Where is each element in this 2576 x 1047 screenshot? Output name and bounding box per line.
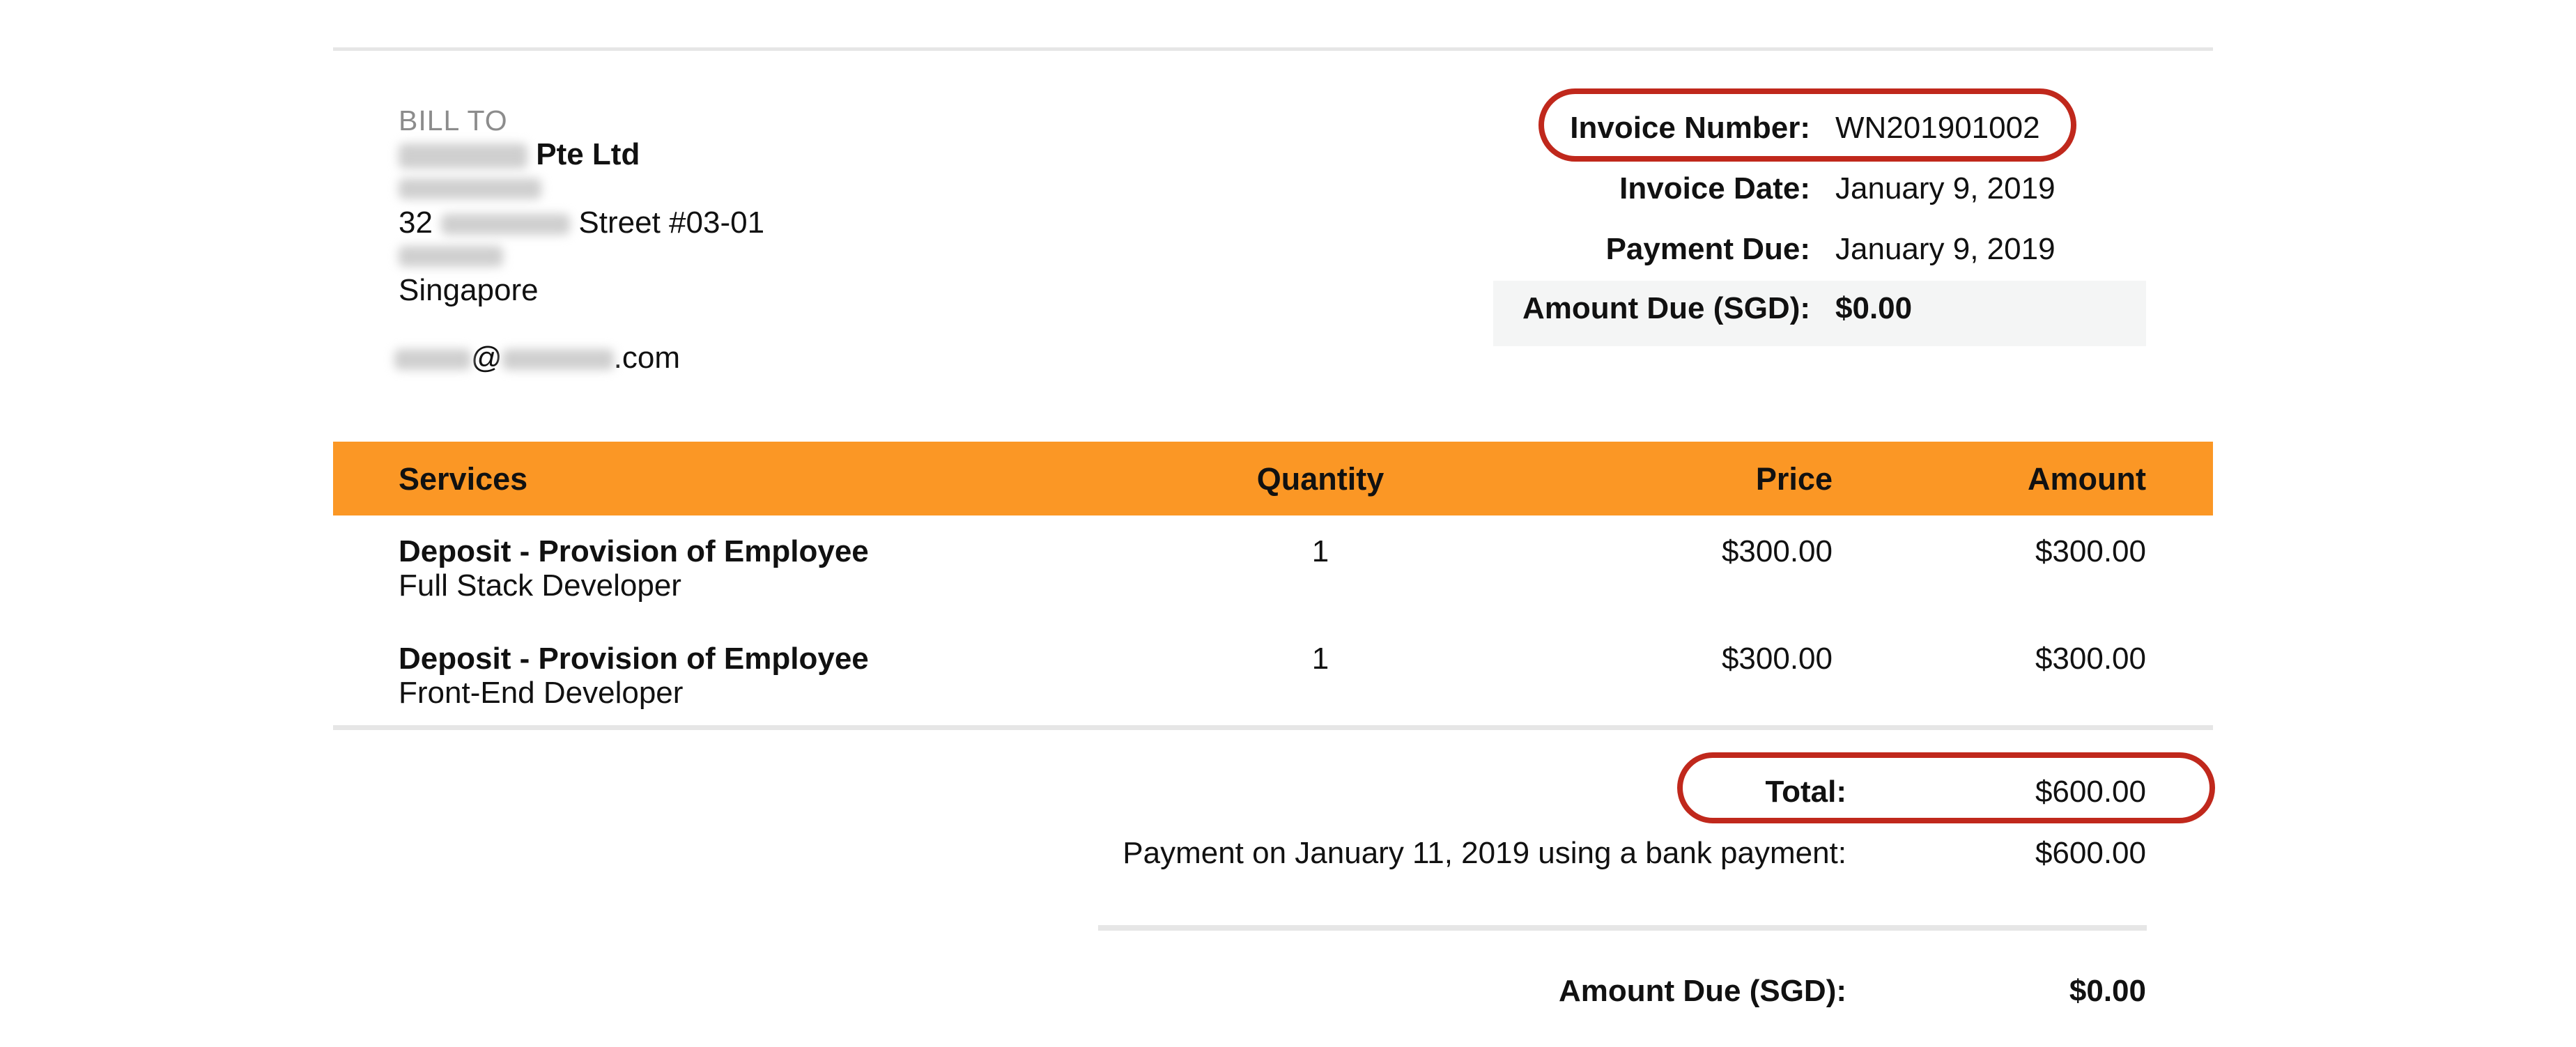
amount-due-label: Amount Due (SGD): [1522,291,1810,325]
totals-divider [1098,925,2147,931]
bill-to-company: Pte Ltd [399,137,640,172]
total-highlight-circle [1677,752,2215,823]
final-amount-due-label: Amount Due (SGD): [1558,974,1846,1008]
row-2-price: $300.00 [1721,642,1833,676]
final-amount-due-value: $0.00 [2069,974,2146,1008]
row-2-quantity: 1 [1311,642,1329,676]
table-bottom-divider [333,725,2213,730]
redacted-email-domain [502,349,614,371]
bill-to-label: BILL TO [399,104,508,137]
row-1-amount: $300.00 [2035,534,2146,568]
row-1-subtitle: Full Stack Developer [399,568,681,603]
address-suffix: Street #03-01 [578,205,765,240]
bill-to-address: 32 Street #03-01 [399,205,764,240]
bill-to-country: Singapore [399,273,539,307]
header-price: Price [1755,461,1833,497]
invoice-date-value: January 9, 2019 [1835,171,2056,205]
row-1-price: $300.00 [1721,534,1833,568]
redacted-postal-code [399,246,503,267]
payment-due-label: Payment Due: [1605,232,1810,266]
invoice-number-highlight-circle [1538,88,2076,162]
bill-to-email: @ .com [394,341,680,375]
payment-line-value: $600.00 [2035,836,2146,870]
invoice-date-label: Invoice Date: [1619,171,1810,205]
row-2-title: Deposit - Provision of Employee [399,642,869,676]
address-prefix: 32 [399,205,433,240]
redacted-contact-name [399,178,541,199]
header-services: Services [399,461,528,497]
header-amount: Amount [2028,461,2146,497]
row-2-amount: $300.00 [2035,642,2146,676]
redacted-street-name [441,214,571,235]
top-divider [333,47,2213,51]
payment-line-label: Payment on January 11, 2019 using a bank… [1123,836,1846,870]
header-quantity: Quantity [1256,461,1385,497]
email-at: @ [471,341,502,375]
row-1-quantity: 1 [1311,534,1329,568]
row-2-subtitle: Front-End Developer [399,676,684,710]
redacted-email-user [394,349,471,371]
company-suffix: Pte Ltd [536,137,640,171]
payment-due-value: January 9, 2019 [1835,232,2056,266]
email-domain-suffix: .com [613,341,681,375]
redacted-company-name [399,144,527,169]
amount-due-value: $0.00 [1835,291,1913,325]
row-1-title: Deposit - Provision of Employee [399,534,869,568]
